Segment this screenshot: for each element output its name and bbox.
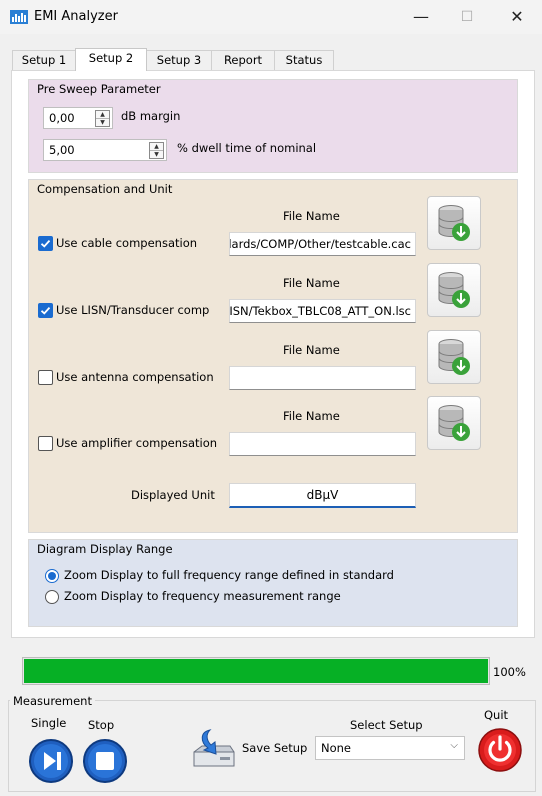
setup-2-page: Pre Sweep Parameter 0,00 ▲ ▼ dB margin 5… <box>11 70 535 638</box>
single-button[interactable] <box>28 738 74 784</box>
displayed-unit-value: dBµV <box>306 488 339 502</box>
pre-sweep-group: Pre Sweep Parameter 0,00 ▲ ▼ dB margin 5… <box>28 79 518 173</box>
amplifier-compensation-label: Use amplifier compensation <box>56 436 218 450</box>
minimize-button[interactable]: — <box>398 4 444 30</box>
chart-icon <box>10 10 28 24</box>
compensation-group: Compensation and Unit File Name Use cabl… <box>28 179 518 533</box>
antenna-compensation-checkbox[interactable] <box>38 370 53 385</box>
lisn-file-field[interactable]: LISN/Tekbox_TBLC08_ATT_ON.lsc <box>229 299 416 323</box>
tab-setup-2[interactable]: Setup 2 <box>75 48 147 71</box>
select-setup-label: Select Setup <box>350 718 423 732</box>
measurement-range-radio[interactable] <box>45 590 59 604</box>
margin-stepper[interactable]: ▲ ▼ <box>95 110 110 127</box>
antenna-compensation-label: Use antenna compensation <box>56 370 214 384</box>
measurement-title: Measurement <box>10 694 95 708</box>
cable-file-field[interactable]: ndards/COMP/Other/testcable.cac <box>229 232 416 256</box>
stop-button[interactable] <box>82 738 128 784</box>
full-range-radio[interactable] <box>45 569 59 583</box>
file-name-header: File Name <box>283 209 340 223</box>
compensation-title: Compensation and Unit <box>37 182 173 196</box>
tab-report[interactable]: Report <box>211 50 275 70</box>
lisn-compensation-checkbox[interactable] <box>38 303 53 318</box>
progress-percent: 100% <box>493 665 526 679</box>
save-setup-label[interactable]: Save Setup <box>242 741 307 755</box>
dwell-stepper[interactable]: ▲ ▼ <box>149 142 164 159</box>
cable-compensation-checkbox[interactable] <box>38 236 53 251</box>
margin-value: 0,00 <box>49 111 75 125</box>
pre-sweep-title: Pre Sweep Parameter <box>37 82 161 96</box>
arrow-down-icon[interactable]: ▼ <box>96 119 109 126</box>
lisn-file-value: LISN/Tekbox_TBLC08_ATT_ON.lsc <box>229 304 411 318</box>
tab-status[interactable]: Status <box>274 50 334 70</box>
database-icon <box>438 272 470 308</box>
save-setup-icon[interactable] <box>190 728 236 772</box>
lisn-file-browse-button[interactable] <box>427 263 481 317</box>
stop-label: Stop <box>88 718 115 732</box>
diagram-range-title: Diagram Display Range <box>37 542 173 556</box>
displayed-unit-field[interactable]: dBµV <box>229 483 416 508</box>
displayed-unit-label: Displayed Unit <box>131 488 215 502</box>
amplifier-file-field[interactable] <box>229 432 416 456</box>
file-name-header: File Name <box>283 409 340 423</box>
cable-compensation-label: Use cable compensation <box>56 236 198 250</box>
dwell-spinbox[interactable]: 5,00 ▲ ▼ <box>43 139 167 161</box>
tab-setup-3[interactable]: Setup 3 <box>146 50 212 70</box>
margin-label: dB margin <box>121 109 181 123</box>
file-name-header: File Name <box>283 276 340 290</box>
check-icon <box>40 306 51 315</box>
lisn-compensation-label: Use LISN/Transducer comp <box>56 303 210 317</box>
measurement-range-label: Zoom Display to frequency measurement ra… <box>64 589 341 603</box>
arrow-up-icon[interactable]: ▲ <box>96 111 109 119</box>
diagram-range-group: Diagram Display Range Zoom Display to fu… <box>28 539 518 627</box>
margin-spinbox[interactable]: 0,00 ▲ ▼ <box>43 107 113 129</box>
database-icon <box>438 405 470 441</box>
file-name-header: File Name <box>283 343 340 357</box>
quit-button[interactable] <box>478 728 522 772</box>
cable-file-browse-button[interactable] <box>427 196 481 250</box>
full-range-label: Zoom Display to full frequency range def… <box>64 568 394 582</box>
window-title: EMI Analyzer <box>34 9 118 24</box>
cable-file-value: ndards/COMP/Other/testcable.cac <box>229 237 411 251</box>
chevron-down-icon: ⌵ <box>450 740 458 751</box>
maximize-button[interactable]: ☐ <box>444 4 490 30</box>
single-label: Single <box>31 716 67 730</box>
select-setup-value: None <box>321 741 352 755</box>
title-bar: EMI Analyzer — ☐ ✕ <box>0 0 542 34</box>
check-icon <box>40 239 51 248</box>
progress-fill <box>24 659 488 683</box>
dwell-label: % dwell time of nominal <box>177 141 317 155</box>
antenna-file-field[interactable] <box>229 366 416 390</box>
progress-bar <box>22 657 490 685</box>
close-button[interactable]: ✕ <box>494 4 540 30</box>
arrow-up-icon[interactable]: ▲ <box>150 143 163 151</box>
database-icon <box>438 339 470 375</box>
select-setup-dropdown[interactable]: None ⌵ <box>315 736 465 760</box>
amplifier-compensation-checkbox[interactable] <box>38 436 53 451</box>
arrow-down-icon[interactable]: ▼ <box>150 151 163 158</box>
quit-label: Quit <box>484 708 509 722</box>
database-icon <box>438 205 470 241</box>
dwell-value: 5,00 <box>49 143 75 157</box>
antenna-file-browse-button[interactable] <box>427 330 481 384</box>
tab-setup-1[interactable]: Setup 1 <box>12 50 76 70</box>
amplifier-file-browse-button[interactable] <box>427 396 481 450</box>
